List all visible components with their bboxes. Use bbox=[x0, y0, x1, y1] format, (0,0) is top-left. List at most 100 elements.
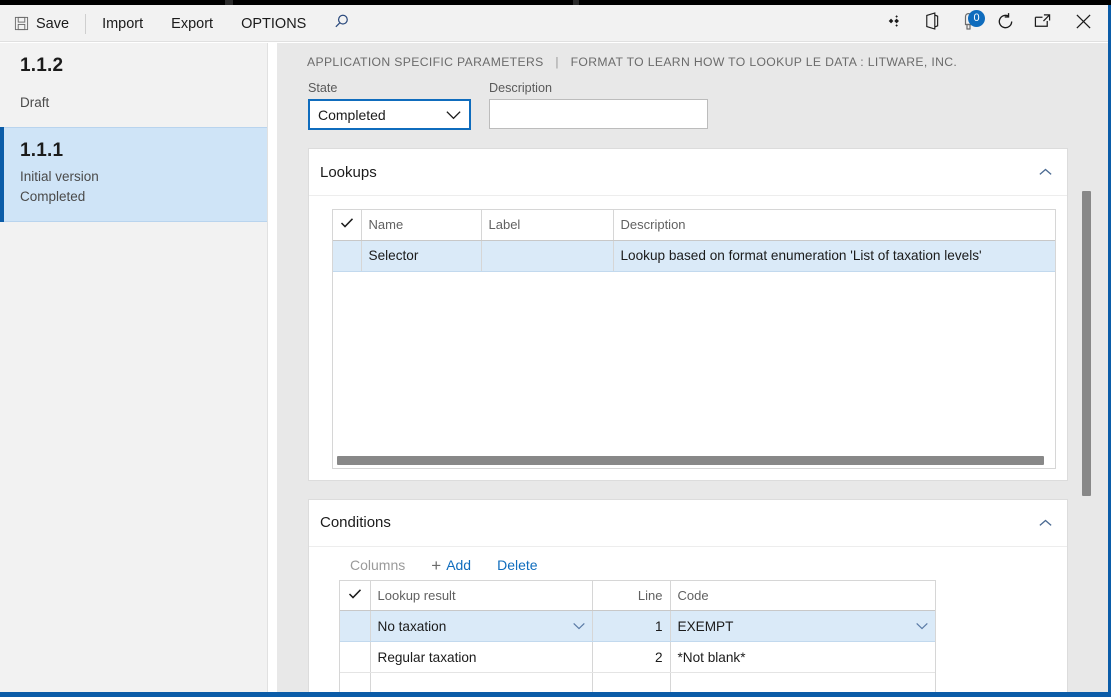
table-row[interactable]: No taxation 1 EXEMPT bbox=[340, 610, 935, 642]
popout-button[interactable] bbox=[1024, 5, 1061, 42]
conditions-grid-outer: Lookup result Line Code No taxation 1 EX… bbox=[339, 579, 936, 692]
lookups-grid: Name Label Description Selector Lookup b… bbox=[332, 209, 1056, 469]
conditions-cell-code[interactable] bbox=[670, 672, 935, 692]
office-app-icon bbox=[923, 12, 940, 35]
save-button-label: Save bbox=[36, 15, 70, 32]
lookups-grid-empty-area bbox=[333, 271, 1055, 452]
check-icon bbox=[348, 588, 362, 603]
lookups-column-label[interactable]: Label bbox=[481, 210, 614, 241]
close-button[interactable] bbox=[1061, 5, 1105, 42]
search-icon bbox=[333, 13, 350, 35]
export-button-label: Export bbox=[171, 15, 214, 32]
chevron-down-icon[interactable] bbox=[915, 622, 929, 631]
table-row[interactable] bbox=[340, 672, 935, 692]
version-state: Draft bbox=[20, 95, 50, 110]
save-button[interactable]: Save bbox=[0, 5, 83, 42]
version-number: 1.1.2 bbox=[20, 55, 64, 76]
chevron-down-icon[interactable] bbox=[572, 622, 586, 631]
conditions-cell-line[interactable] bbox=[592, 672, 671, 692]
command-bar-separator bbox=[85, 13, 87, 34]
conditions-cell-lookup-result[interactable]: No taxation bbox=[370, 610, 593, 642]
chevron-down-icon bbox=[445, 109, 462, 120]
conditions-grid-toolbar: Columns + Add Delete bbox=[309, 547, 1067, 580]
conditions-cell-line[interactable]: 2 bbox=[592, 641, 671, 673]
description-field-label: Description bbox=[489, 81, 552, 95]
lookups-horizontal-scrollbar-thumb[interactable] bbox=[337, 455, 1044, 465]
columns-button-label: Columns bbox=[350, 557, 406, 573]
conditions-grid-wrap: Lookup result Line Code No taxation 1 EX… bbox=[309, 579, 1067, 692]
table-row[interactable]: Regular taxation 2 *Not blank* bbox=[340, 641, 935, 673]
office-app-button[interactable] bbox=[913, 5, 950, 42]
conditions-select-all-header[interactable] bbox=[340, 580, 371, 611]
state-select[interactable]: Completed bbox=[308, 99, 471, 130]
conditions-cell-lookup-result[interactable]: Regular taxation bbox=[370, 641, 593, 673]
popout-icon bbox=[1033, 13, 1052, 35]
version-list-item-1.1.1[interactable]: 1.1.1 Initial version Completed bbox=[0, 127, 267, 222]
lookups-grid-wrap: Name Label Description Selector Lookup b… bbox=[309, 196, 1067, 480]
export-button[interactable]: Export bbox=[157, 5, 227, 42]
save-icon bbox=[14, 16, 29, 31]
version-state: Completed bbox=[20, 189, 86, 204]
lookups-table: Name Label Description Selector Lookup b… bbox=[333, 210, 1055, 272]
chevron-up-icon[interactable] bbox=[1038, 518, 1053, 527]
main-vertical-scrollbar-thumb[interactable] bbox=[1082, 191, 1091, 496]
options-button[interactable]: OPTIONS bbox=[227, 5, 320, 42]
lookups-header-row: Name Label Description bbox=[333, 210, 1055, 241]
lookups-cell-name[interactable]: Selector bbox=[361, 240, 482, 272]
lookups-column-name[interactable]: Name bbox=[361, 210, 482, 241]
conditions-cell-code-text: EXEMPT bbox=[677, 618, 734, 634]
conditions-cell-line[interactable]: 1 bbox=[592, 610, 671, 642]
conditions-table: Lookup result Line Code No taxation 1 EX… bbox=[340, 580, 935, 692]
state-field-group: State Completed bbox=[308, 81, 471, 130]
breadcrumb: APPLICATION SPECIFIC PARAMETERS | FORMAT… bbox=[277, 43, 1078, 69]
conditions-cell-lookup-result[interactable] bbox=[370, 672, 593, 692]
notifications-button[interactable]: 0 bbox=[950, 5, 987, 42]
conditions-card-header[interactable]: Conditions bbox=[309, 500, 1067, 547]
settings-diamond-button[interactable] bbox=[876, 5, 913, 42]
conditions-cell-code[interactable]: EXEMPT bbox=[670, 610, 935, 642]
conditions-column-line[interactable]: Line bbox=[592, 580, 671, 611]
delete-button[interactable]: Delete bbox=[497, 557, 537, 573]
lookups-select-all-header[interactable] bbox=[333, 210, 362, 241]
description-input[interactable] bbox=[489, 99, 708, 129]
refresh-icon bbox=[996, 12, 1015, 36]
application-window: Save Import Export OPTIONS 0 1.1.2 Draft… bbox=[0, 0, 1111, 697]
row-checkbox[interactable] bbox=[340, 672, 371, 692]
row-checkbox[interactable] bbox=[340, 610, 371, 642]
conditions-title: Conditions bbox=[320, 514, 391, 531]
conditions-cell-code[interactable]: *Not blank* bbox=[670, 641, 935, 673]
refresh-button[interactable] bbox=[987, 5, 1024, 42]
options-button-label: OPTIONS bbox=[241, 15, 307, 32]
main-vertical-scrollbar[interactable] bbox=[1078, 143, 1094, 692]
breadcrumb-current: FORMAT TO LEARN HOW TO LOOKUP LE DATA : … bbox=[570, 55, 958, 69]
conditions-column-code[interactable]: Code bbox=[670, 580, 935, 611]
description-field-group: Description bbox=[489, 81, 708, 130]
add-button[interactable]: + Add bbox=[431, 557, 471, 574]
breadcrumb-parent[interactable]: APPLICATION SPECIFIC PARAMETERS bbox=[307, 55, 544, 69]
search-button[interactable] bbox=[320, 5, 362, 42]
lookups-cell-description[interactable]: Lookup based on format enumeration 'List… bbox=[613, 240, 1055, 272]
command-bar: Save Import Export OPTIONS 0 bbox=[0, 5, 1108, 42]
state-select-value: Completed bbox=[318, 106, 386, 123]
table-row[interactable]: Selector Lookup based on format enumerat… bbox=[333, 240, 1055, 272]
lookups-card-header[interactable]: Lookups bbox=[309, 149, 1067, 196]
delete-button-label: Delete bbox=[497, 557, 538, 573]
state-field-label: State bbox=[308, 81, 338, 95]
chevron-up-icon[interactable] bbox=[1038, 168, 1053, 177]
import-button[interactable]: Import bbox=[88, 5, 157, 42]
conditions-column-lookup-result[interactable]: Lookup result bbox=[370, 580, 593, 611]
conditions-card: Conditions Columns + Add Delete Lookup r… bbox=[308, 498, 1068, 692]
conditions-grid: Lookup result Line Code No taxation 1 EX… bbox=[339, 579, 936, 692]
main-scroll-content: APPLICATION SPECIFIC PARAMETERS | FORMAT… bbox=[277, 43, 1078, 692]
version-list-item-1.1.2[interactable]: 1.1.2 Draft bbox=[0, 43, 267, 127]
notifications-badge: 0 bbox=[968, 10, 985, 27]
lookups-title: Lookups bbox=[320, 163, 377, 181]
lookups-cell-label[interactable] bbox=[481, 240, 614, 272]
close-icon bbox=[1075, 13, 1092, 35]
row-checkbox[interactable] bbox=[340, 641, 371, 673]
row-checkbox[interactable] bbox=[333, 240, 362, 272]
columns-button[interactable]: Columns bbox=[350, 557, 405, 573]
lookups-horizontal-scrollbar[interactable] bbox=[333, 451, 1055, 468]
lookups-column-description[interactable]: Description bbox=[613, 210, 1055, 241]
window-focus-border-bottom bbox=[0, 692, 1111, 697]
